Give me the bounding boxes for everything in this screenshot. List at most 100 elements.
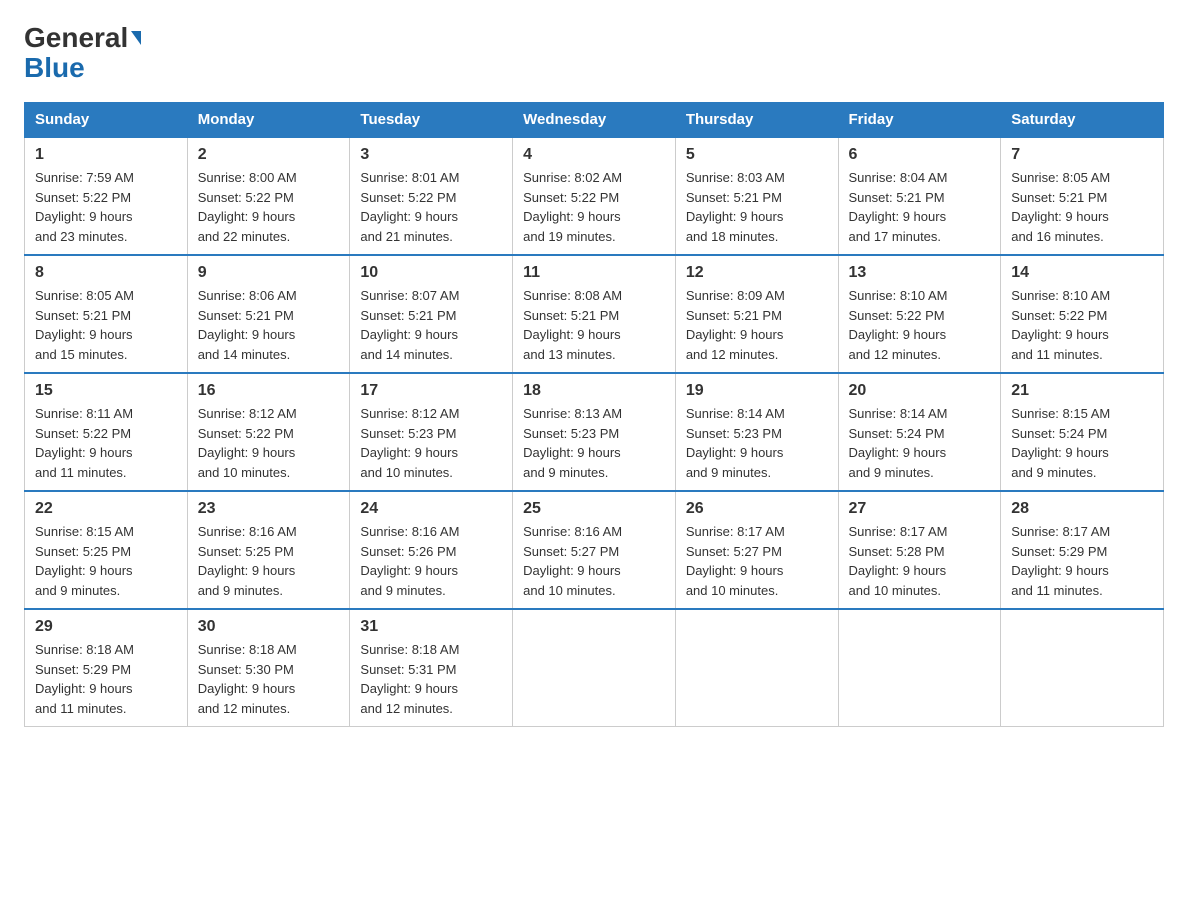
calendar-cell: 1 Sunrise: 7:59 AMSunset: 5:22 PMDaylight… [25, 137, 188, 255]
day-info: Sunrise: 8:18 AMSunset: 5:30 PMDaylight:… [198, 640, 340, 718]
calendar-cell: 26 Sunrise: 8:17 AMSunset: 5:27 PMDayligh… [675, 491, 838, 609]
day-info: Sunrise: 8:07 AMSunset: 5:21 PMDaylight:… [360, 286, 502, 364]
day-of-week-header: Saturday [1001, 103, 1164, 138]
calendar-cell: 5Sunrise: 8:03 AMSunset: 5:21 PMDaylight… [675, 137, 838, 255]
day-number: 18 [523, 382, 665, 400]
day-of-week-header: Monday [187, 103, 350, 138]
calendar-cell: 31 Sunrise: 8:18 AMSunset: 5:31 PMDayligh… [350, 609, 513, 727]
calendar-cell: 7 Sunrise: 8:05 AMSunset: 5:21 PMDaylight… [1001, 137, 1164, 255]
day-info: Sunrise: 8:08 AMSunset: 5:21 PMDaylight:… [523, 286, 665, 364]
calendar-cell: 24 Sunrise: 8:16 AMSunset: 5:26 PMDayligh… [350, 491, 513, 609]
calendar-cell [1001, 609, 1164, 727]
day-info: Sunrise: 8:10 AMSunset: 5:22 PMDaylight:… [849, 286, 991, 364]
day-info: Sunrise: 8:17 AMSunset: 5:29 PMDaylight:… [1011, 522, 1153, 600]
day-info: Sunrise: 8:04 AMSunset: 5:21 PMDaylight:… [849, 168, 991, 246]
calendar-cell: 6 Sunrise: 8:04 AMSunset: 5:21 PMDaylight… [838, 137, 1001, 255]
day-info: Sunrise: 7:59 AMSunset: 5:22 PMDaylight:… [35, 168, 177, 246]
day-info: Sunrise: 8:12 AMSunset: 5:22 PMDaylight:… [198, 404, 340, 482]
day-info: Sunrise: 8:00 AMSunset: 5:22 PMDaylight:… [198, 168, 340, 246]
day-info: Sunrise: 8:16 AMSunset: 5:27 PMDaylight:… [523, 522, 665, 600]
day-of-week-header: Thursday [675, 103, 838, 138]
day-number: 19 [686, 382, 828, 400]
calendar-cell [838, 609, 1001, 727]
calendar-cell: 30 Sunrise: 8:18 AMSunset: 5:30 PMDayligh… [187, 609, 350, 727]
calendar-cell [513, 609, 676, 727]
day-number: 24 [360, 500, 502, 518]
calendar-cell: 27 Sunrise: 8:17 AMSunset: 5:28 PMDayligh… [838, 491, 1001, 609]
calendar-cell: 15 Sunrise: 8:11 AMSunset: 5:22 PMDayligh… [25, 373, 188, 491]
day-number: 2 [198, 146, 340, 164]
calendar-cell: 28 Sunrise: 8:17 AMSunset: 5:29 PMDayligh… [1001, 491, 1164, 609]
calendar-cell: 14Sunrise: 8:10 AMSunset: 5:22 PMDayligh… [1001, 255, 1164, 373]
day-number: 13 [849, 264, 991, 282]
day-info: Sunrise: 8:10 AMSunset: 5:22 PMDaylight:… [1011, 286, 1153, 364]
calendar-cell: 17Sunrise: 8:12 AMSunset: 5:23 PMDayligh… [350, 373, 513, 491]
day-of-week-header: Tuesday [350, 103, 513, 138]
calendar-cell: 22Sunrise: 8:15 AMSunset: 5:25 PMDayligh… [25, 491, 188, 609]
day-info: Sunrise: 8:11 AMSunset: 5:22 PMDaylight:… [35, 404, 177, 482]
calendar-cell: 19Sunrise: 8:14 AMSunset: 5:23 PMDayligh… [675, 373, 838, 491]
day-of-week-header: Wednesday [513, 103, 676, 138]
calendar-cell: 8 Sunrise: 8:05 AMSunset: 5:21 PMDaylight… [25, 255, 188, 373]
calendar-cell: 9Sunrise: 8:06 AMSunset: 5:21 PMDaylight… [187, 255, 350, 373]
day-number: 5 [686, 146, 828, 164]
calendar-header-row: SundayMondayTuesdayWednesdayThursdayFrid… [25, 103, 1164, 138]
day-number: 17 [360, 382, 502, 400]
day-number: 11 [523, 264, 665, 282]
calendar-cell: 4Sunrise: 8:02 AMSunset: 5:22 PMDaylight… [513, 137, 676, 255]
calendar-cell [675, 609, 838, 727]
day-info: Sunrise: 8:05 AMSunset: 5:21 PMDaylight:… [1011, 168, 1153, 246]
day-info: Sunrise: 8:18 AMSunset: 5:31 PMDaylight:… [360, 640, 502, 718]
day-number: 31 [360, 618, 502, 636]
day-number: 30 [198, 618, 340, 636]
day-number: 26 [686, 500, 828, 518]
logo-line1: General [24, 24, 141, 52]
day-number: 16 [198, 382, 340, 400]
day-number: 25 [523, 500, 665, 518]
day-info: Sunrise: 8:15 AMSunset: 5:24 PMDaylight:… [1011, 404, 1153, 482]
calendar-cell: 13 Sunrise: 8:10 AMSunset: 5:22 PMDayligh… [838, 255, 1001, 373]
day-number: 10 [360, 264, 502, 282]
calendar-cell: 25 Sunrise: 8:16 AMSunset: 5:27 PMDayligh… [513, 491, 676, 609]
day-number: 23 [198, 500, 340, 518]
day-number: 22 [35, 500, 177, 518]
calendar-week-row: 22Sunrise: 8:15 AMSunset: 5:25 PMDayligh… [25, 491, 1164, 609]
day-of-week-header: Friday [838, 103, 1001, 138]
day-number: 21 [1011, 382, 1153, 400]
logo: General Blue [24, 24, 141, 82]
calendar-cell: 2 Sunrise: 8:00 AMSunset: 5:22 PMDaylight… [187, 137, 350, 255]
calendar-week-row: 8 Sunrise: 8:05 AMSunset: 5:21 PMDaylight… [25, 255, 1164, 373]
day-info: Sunrise: 8:05 AMSunset: 5:21 PMDaylight:… [35, 286, 177, 364]
page-header: General Blue [24, 24, 1164, 82]
day-number: 28 [1011, 500, 1153, 518]
day-number: 8 [35, 264, 177, 282]
day-info: Sunrise: 8:17 AMSunset: 5:28 PMDaylight:… [849, 522, 991, 600]
day-info: Sunrise: 8:17 AMSunset: 5:27 PMDaylight:… [686, 522, 828, 600]
day-info: Sunrise: 8:16 AMSunset: 5:25 PMDaylight:… [198, 522, 340, 600]
day-number: 15 [35, 382, 177, 400]
day-info: Sunrise: 8:01 AMSunset: 5:22 PMDaylight:… [360, 168, 502, 246]
day-number: 29 [35, 618, 177, 636]
day-info: Sunrise: 8:02 AMSunset: 5:22 PMDaylight:… [523, 168, 665, 246]
day-number: 20 [849, 382, 991, 400]
calendar-cell: 21 Sunrise: 8:15 AMSunset: 5:24 PMDayligh… [1001, 373, 1164, 491]
day-number: 1 [35, 146, 177, 164]
calendar-cell: 12Sunrise: 8:09 AMSunset: 5:21 PMDayligh… [675, 255, 838, 373]
day-of-week-header: Sunday [25, 103, 188, 138]
calendar-week-row: 1 Sunrise: 7:59 AMSunset: 5:22 PMDaylight… [25, 137, 1164, 255]
day-number: 12 [686, 264, 828, 282]
calendar-week-row: 29 Sunrise: 8:18 AMSunset: 5:29 PMDayligh… [25, 609, 1164, 727]
day-number: 3 [360, 146, 502, 164]
day-number: 9 [198, 264, 340, 282]
day-number: 6 [849, 146, 991, 164]
calendar-table: SundayMondayTuesdayWednesdayThursdayFrid… [24, 102, 1164, 727]
day-info: Sunrise: 8:18 AMSunset: 5:29 PMDaylight:… [35, 640, 177, 718]
calendar-cell: 10 Sunrise: 8:07 AMSunset: 5:21 PMDayligh… [350, 255, 513, 373]
day-number: 7 [1011, 146, 1153, 164]
calendar-cell: 20 Sunrise: 8:14 AMSunset: 5:24 PMDayligh… [838, 373, 1001, 491]
logo-line2: Blue [24, 54, 85, 82]
day-number: 27 [849, 500, 991, 518]
calendar-cell: 11 Sunrise: 8:08 AMSunset: 5:21 PMDayligh… [513, 255, 676, 373]
day-info: Sunrise: 8:16 AMSunset: 5:26 PMDaylight:… [360, 522, 502, 600]
day-info: Sunrise: 8:14 AMSunset: 5:24 PMDaylight:… [849, 404, 991, 482]
